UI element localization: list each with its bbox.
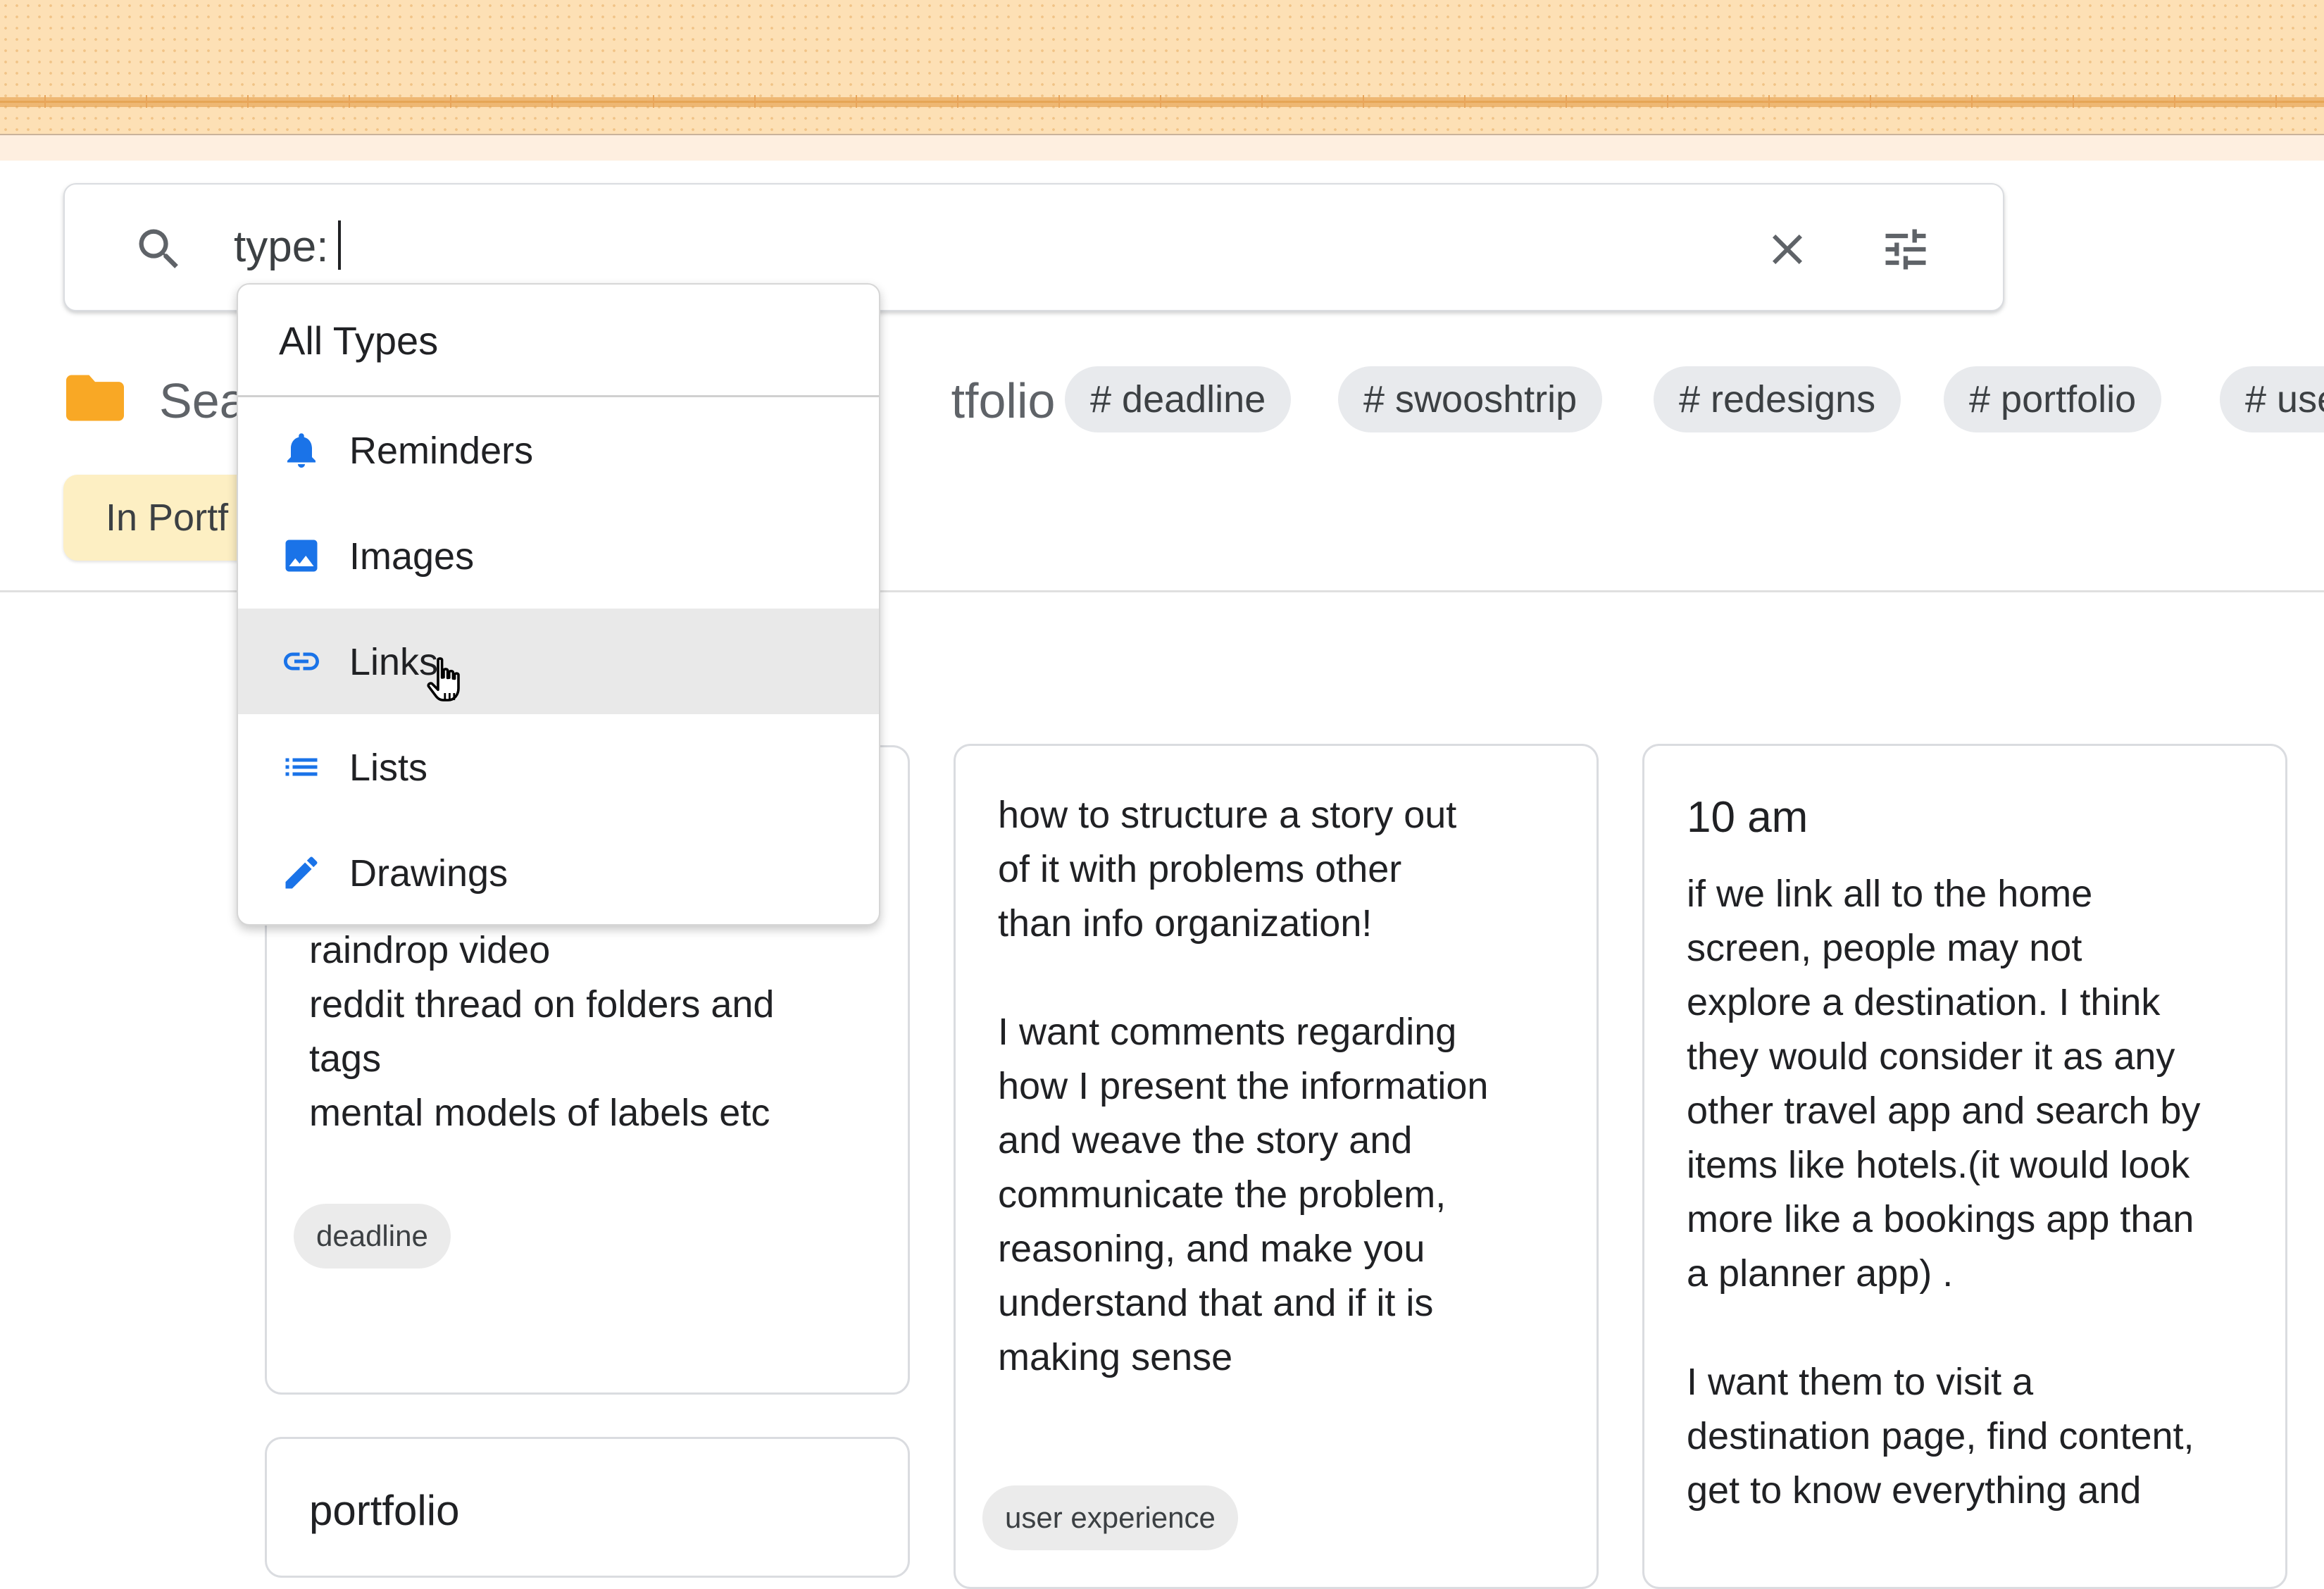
search-input[interactable]: type: — [234, 218, 342, 276]
dropdown-item-drawings[interactable]: Drawings — [238, 820, 879, 924]
link-icon — [284, 652, 319, 671]
tune-icon[interactable] — [1878, 223, 1934, 276]
dropdown-item-images[interactable]: Images — [238, 503, 879, 609]
note-card[interactable]: 10 am if we link all to the home screen,… — [1642, 744, 2287, 1589]
header-banner — [0, 0, 2324, 135]
note-label-chip[interactable]: user experience — [982, 1485, 1238, 1550]
note-title: portfolio — [309, 1487, 460, 1534]
bell-icon — [287, 433, 316, 468]
dropdown-item-links[interactable]: Links — [238, 609, 879, 714]
page-title-start: Sea — [159, 373, 247, 428]
dropdown-item-reminders[interactable]: Reminders — [238, 397, 879, 503]
dropdown-item-label: Lists — [349, 747, 428, 789]
text-caret — [338, 220, 342, 270]
note-card[interactable]: portfolio — [265, 1437, 910, 1578]
note-body: if we link all to the home screen, peopl… — [1687, 873, 2201, 1512]
note-body: raindrop video reddit thread on folders … — [309, 929, 775, 1134]
list-icon — [285, 758, 318, 776]
search-query: type: — [234, 223, 329, 271]
tag-chip-deadline[interactable]: # deadline — [1065, 366, 1292, 432]
dropdown-item-label: Reminders — [349, 430, 534, 472]
dropdown-item-label: Drawings — [349, 852, 508, 895]
dropdown-item-label: Images — [349, 535, 475, 578]
tag-chip-user-experience[interactable]: # use — [2220, 366, 2324, 432]
page-title-end: tfolio — [951, 373, 1056, 428]
note-body: how to structure a story out of it with … — [998, 794, 1489, 1378]
dropdown-item-lists[interactable]: Lists — [238, 714, 879, 820]
note-card[interactable]: how to structure a story out of it with … — [954, 744, 1599, 1589]
tag-chip-redesigns[interactable]: # redesigns — [1654, 366, 1901, 432]
banner-pattern — [0, 89, 2324, 114]
image-icon — [285, 540, 318, 572]
note-label-chip[interactable]: deadline — [294, 1204, 451, 1269]
banner-stripe — [0, 135, 2324, 161]
note-title: 10 am — [1687, 793, 1808, 842]
search-icon — [139, 229, 178, 268]
pen-icon — [285, 856, 318, 889]
dropdown-item-all-types[interactable]: All Types — [238, 285, 879, 397]
folder-icon — [66, 375, 124, 421]
tag-chip-swooshtrip[interactable]: # swooshtrip — [1338, 366, 1603, 432]
dropdown-header-label: All Types — [279, 318, 439, 363]
type-dropdown[interactable]: All Types Reminders Images Links Lists D… — [237, 283, 880, 926]
tag-chip-portfolio[interactable]: # portfolio — [1944, 366, 2162, 432]
dropdown-item-label: Links — [349, 641, 439, 683]
close-icon[interactable] — [1762, 224, 1813, 275]
